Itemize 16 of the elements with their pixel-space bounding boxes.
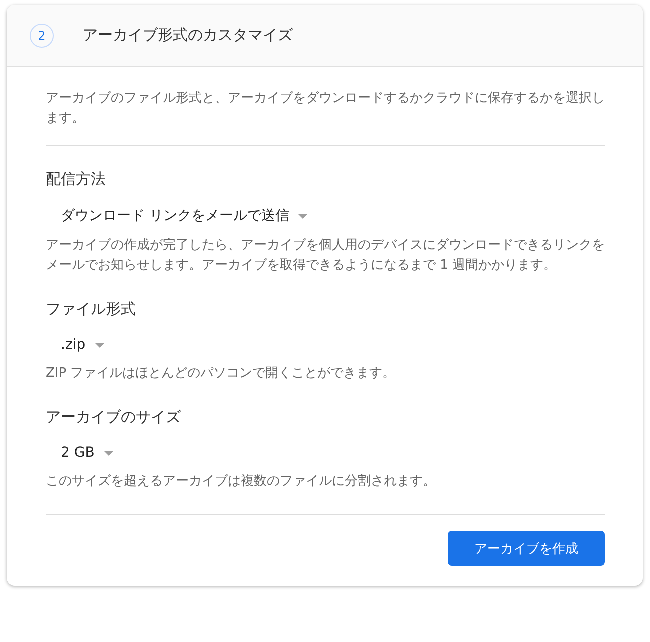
dropdown[interactable]: ダウンロード リンクをメールで送信: [61, 207, 308, 225]
option-description: アーカイブの作成が完了したら、アーカイブを個人用のデバイスにダウンロードできるリンクをメールでお知らせします。アーカイブを取得できるようになるまで 1 週間かかります。: [46, 237, 605, 275]
option-description: ZIP ファイルはほとんどのパソコンで開くことができます。: [46, 365, 397, 383]
section-title: アーカイブ形式のカスタマイズ: [83, 26, 293, 45]
caret-icon: [298, 214, 308, 218]
option-description: このサイズを超えるアーカイブは複数のファイルに分割されます。: [46, 473, 437, 491]
dropdown[interactable]: .zip: [61, 337, 105, 353]
step-number: 2: [30, 24, 54, 48]
create-archive-button[interactable]: アーカイブを作成: [448, 531, 605, 566]
dropdown[interactable]: 2 GB: [61, 445, 114, 461]
option-heading: 配信方法: [46, 170, 107, 189]
option-heading: ファイル形式: [46, 300, 137, 319]
caret-icon: [94, 342, 105, 348]
intro-text: アーカイブのファイル形式と、アーカイブをダウンロードするかクラウドに保存するかを選択します。: [46, 90, 605, 128]
option-heading: アーカイブのサイズ: [46, 408, 182, 427]
caret-icon: [104, 450, 114, 456]
